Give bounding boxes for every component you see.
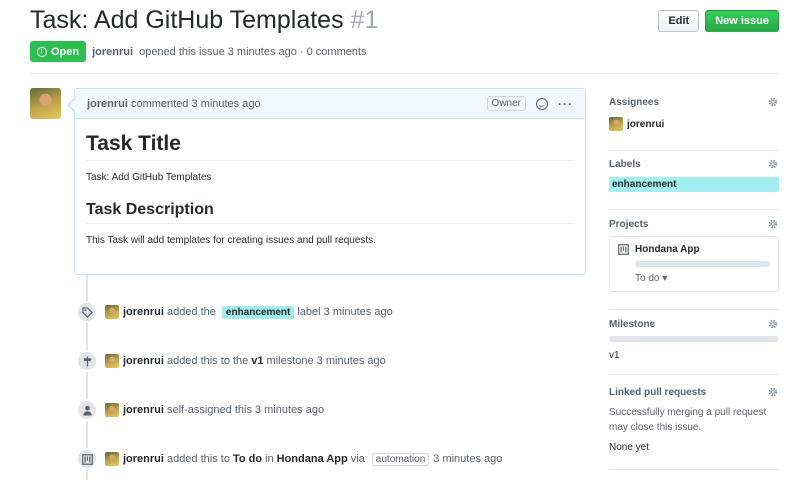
event-text: added this to the xyxy=(166,355,249,367)
project-column[interactable]: To do xyxy=(635,273,659,284)
milestone-title[interactable]: Milestone xyxy=(609,319,655,330)
project-card: Hondana App To do ▾ xyxy=(609,236,779,292)
edit-button[interactable]: Edit xyxy=(658,10,700,32)
event-text-post: milestone 3 minutes ago xyxy=(266,355,386,367)
linked-prs-title: Linked pull requests xyxy=(609,386,707,398)
label-enhancement[interactable]: enhancement xyxy=(609,177,779,192)
body-paragraph-2: This Task will add templates for creatin… xyxy=(86,235,376,246)
event-text-post: 3 minutes ago xyxy=(433,453,503,465)
timeline-event-label: jorenrui added the enhancement label 3 m… xyxy=(76,301,393,323)
sidebar-milestone: Milestone v1 xyxy=(609,318,779,375)
milestone-icon xyxy=(76,350,98,372)
sidebar-linked-prs: Linked pull requests Successfully mergin… xyxy=(609,386,779,470)
project-link[interactable]: Hondana App xyxy=(277,453,348,465)
event-text-mid: in xyxy=(265,453,274,465)
project-icon xyxy=(618,244,629,255)
status-text: Open xyxy=(51,45,80,58)
timeline-event-assign: jorenrui self-assigned this 3 minutes ag… xyxy=(76,399,327,421)
project-column-select[interactable]: To do ▾ xyxy=(635,273,770,284)
caret-down-icon[interactable]: ▾ xyxy=(662,273,667,284)
body-heading-1: Task Title xyxy=(86,132,574,161)
event-text: self-assigned this 3 minutes ago xyxy=(166,404,325,416)
issue-number: #1 xyxy=(350,6,379,34)
header-actions: Edit New issue xyxy=(658,10,779,32)
page-title: Task: Add GitHub Templates #1 xyxy=(30,6,378,35)
author-link[interactable]: jorenrui xyxy=(92,46,133,58)
comment-box: jorenrui commented 3 minutes ago Owner ·… xyxy=(67,88,586,275)
avatar[interactable] xyxy=(105,403,119,417)
avatar[interactable] xyxy=(30,88,61,119)
gear-icon[interactable] xyxy=(767,158,779,170)
milestone-value[interactable]: v1 xyxy=(609,348,779,363)
opened-text: opened this issue 3 minutes ago · 0 comm… xyxy=(139,45,367,58)
event-text-post: label 3 minutes ago xyxy=(297,306,393,318)
assignee-name[interactable]: jorenrui xyxy=(627,119,664,130)
label-enhancement[interactable]: enhancement xyxy=(221,305,295,319)
gear-icon[interactable] xyxy=(767,318,779,330)
person-icon xyxy=(76,399,98,421)
timeline-event-milestone: jorenrui added this to the v1 milestone … xyxy=(76,350,389,372)
avatar[interactable] xyxy=(105,354,119,368)
event-text-via: via xyxy=(350,453,365,465)
gear-icon[interactable] xyxy=(767,218,779,230)
kebab-menu-icon[interactable]: ··· xyxy=(558,97,573,111)
new-issue-button[interactable]: New issue xyxy=(705,10,779,32)
sidebar-projects: Projects Hondana App To do ▾ xyxy=(609,218,779,310)
status-badge: Open xyxy=(30,41,87,62)
event-user[interactable]: jorenrui xyxy=(123,355,164,367)
event-text: added this to xyxy=(166,453,230,465)
project-name[interactable]: Hondana App xyxy=(635,244,700,255)
sidebar-labels: Labels enhancement xyxy=(609,158,779,210)
gear-icon[interactable] xyxy=(767,386,779,398)
column-link[interactable]: To do xyxy=(233,453,262,465)
owner-badge: Owner xyxy=(486,96,526,111)
avatar[interactable] xyxy=(105,452,119,466)
linked-prs-none: None yet xyxy=(609,442,650,453)
project-progress-bar xyxy=(635,261,770,267)
body-paragraph-1: Task: Add GitHub Templates xyxy=(86,172,212,183)
labels-title[interactable]: Labels xyxy=(609,159,641,170)
issue-opened-icon xyxy=(37,46,47,57)
event-user[interactable]: jorenrui xyxy=(123,404,164,416)
comment-header: jorenrui commented 3 minutes ago Owner ·… xyxy=(75,89,585,119)
project-icon xyxy=(76,448,98,470)
event-user[interactable]: jorenrui xyxy=(123,306,164,318)
tag-icon xyxy=(76,301,98,323)
milestone-link[interactable]: v1 xyxy=(251,355,263,367)
header-divider xyxy=(30,73,779,74)
comment-body: Task Title Task: Add GitHub Templates Ta… xyxy=(75,119,585,256)
automation-badge: automation xyxy=(371,452,430,466)
avatar[interactable] xyxy=(105,305,119,319)
issue-meta: Open jorenrui opened this issue 3 minute… xyxy=(30,41,367,62)
body-heading-2: Task Description xyxy=(86,201,574,224)
assignee-item[interactable]: jorenrui xyxy=(609,117,779,131)
sidebar-assignees: Assignees jorenrui xyxy=(609,96,779,151)
gear-icon[interactable] xyxy=(767,96,779,108)
comment-author[interactable]: jorenrui xyxy=(87,98,128,110)
smiley-icon[interactable] xyxy=(536,97,548,110)
event-text: added the xyxy=(166,306,216,318)
avatar[interactable] xyxy=(609,117,623,131)
comment-time[interactable]: commented 3 minutes ago xyxy=(131,98,261,110)
linked-prs-desc: Successfully merging a pull request may … xyxy=(609,407,767,433)
milestone-progress-bar xyxy=(609,336,779,342)
issue-title: Task: Add GitHub Templates xyxy=(30,6,344,34)
timeline-event-project: jorenrui added this to To do in Hondana … xyxy=(76,448,502,470)
projects-title[interactable]: Projects xyxy=(609,219,648,230)
assignees-title[interactable]: Assignees xyxy=(609,97,659,108)
event-user[interactable]: jorenrui xyxy=(123,453,164,465)
